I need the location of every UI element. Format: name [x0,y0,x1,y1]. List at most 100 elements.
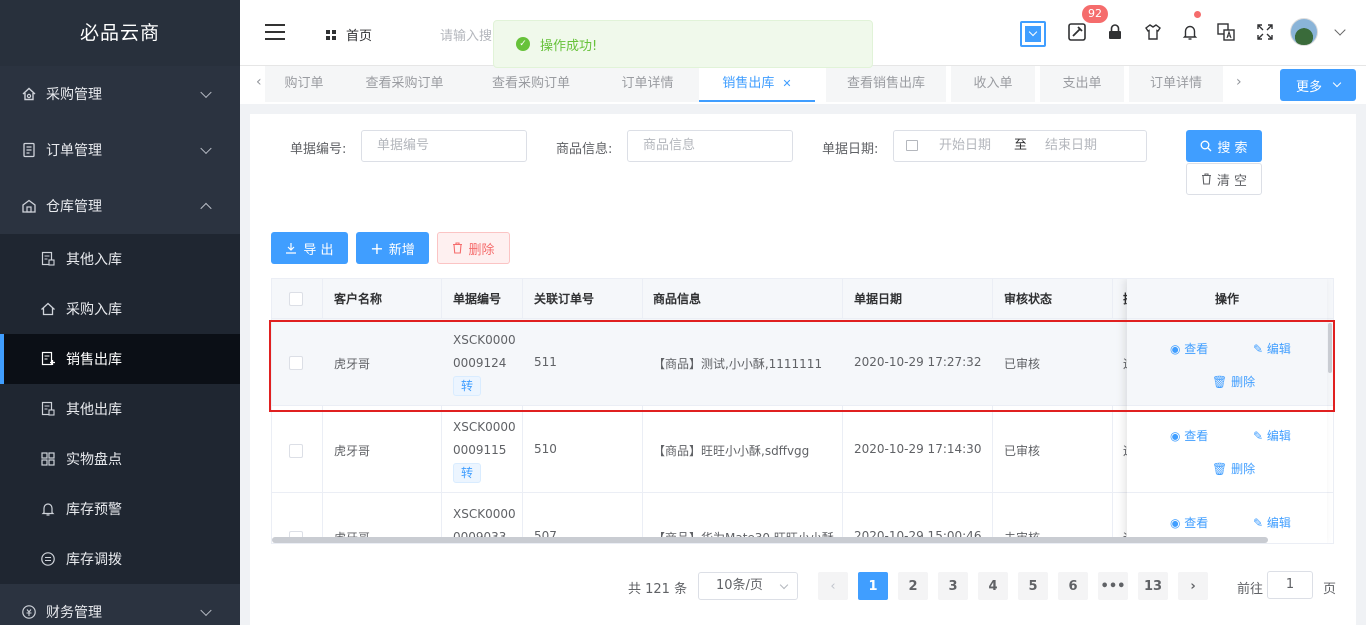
sidebar-item-stock-transfer[interactable]: 库存调拨 [0,534,240,584]
chevron-up-icon [200,202,212,215]
document-icon [20,141,38,159]
add-button[interactable]: + 新增 [356,232,429,264]
tab-view-purchase-order-2[interactable]: 查看采购订单 [466,66,596,102]
date-range-picker[interactable]: 开始日期 至 结束日期 [893,130,1147,162]
row-checkbox[interactable] [289,444,303,458]
start-date-input[interactable]: 开始日期 [939,131,991,161]
tab-expense[interactable]: 支出单 [1040,66,1124,102]
trash-icon [1201,173,1211,185]
inbound-doc-icon [40,251,56,267]
date-label: 单据日期: [822,142,879,157]
search-button[interactable]: 搜 索 [1186,130,1262,162]
goto-page-input[interactable]: 1 [1267,571,1313,599]
sidebar-group-label: 仓库管理 [46,199,102,215]
page-button[interactable]: 3 [938,572,968,600]
close-icon[interactable]: ✕ [782,77,791,90]
more-button[interactable]: 更多 [1280,69,1356,101]
lock-icon[interactable] [1105,22,1125,42]
col-customer: 客户名称 [334,292,383,306]
sidebar-item-stock-alert[interactable]: 库存预警 [0,484,240,534]
sidebar-item-purchase-inbound[interactable]: 采购入库 [0,284,240,334]
select-all-checkbox[interactable] [289,292,303,306]
sidebar-group-purchase[interactable]: 采购管理 [0,66,240,122]
clear-label: 清 空 [1216,173,1248,189]
sidebar-item-other-inbound[interactable]: 其他入库 [0,234,240,284]
goods-label: 商品信息: [556,142,613,157]
sidebar-item-label: 销售出库 [66,352,122,368]
tab-view-sales-outbound[interactable]: 查看销售出库 [826,66,946,102]
next-page-button[interactable]: › [1178,572,1208,600]
calendar-icon [906,140,918,151]
sidebar-group-orders[interactable]: 订单管理 [0,122,240,178]
home-label: 首页 [346,29,373,44]
sidebar: 必品云商 采购管理 订单管理 仓库管理 其他入库 采购入库 销售出库 其他出库 … [0,0,240,625]
delete-link[interactable]: 🗑 删除 [1212,460,1255,477]
delete-label: 删除 [1231,462,1256,476]
pagination-total: 共 121 条 [628,582,688,597]
goto-label: 前往 [1237,582,1264,597]
tab-view-purchase-order[interactable]: 查看采购订单 [343,66,466,102]
page-size-value: 10条/页 [716,578,763,593]
tab-order-details-2[interactable]: 订单详情 [1129,66,1223,102]
bell-icon[interactable] [1180,22,1200,42]
tab-label: 查看采购订单 [491,76,570,91]
chevron-down-icon[interactable] [1334,24,1346,36]
tools-icon[interactable] [1067,22,1087,42]
delete-button[interactable]: 删除 [437,232,510,264]
sidebar-item-label: 其他出库 [66,402,122,418]
edit-link[interactable]: ✎ 编辑 [1253,427,1291,444]
page-button[interactable]: 1 [858,572,888,600]
range-separator: 至 [1014,138,1028,153]
house-icon [40,301,56,317]
success-toast: ✓ 操作成功! [493,20,873,68]
toast-message: 操作成功! [540,38,598,54]
page-button[interactable]: 6 [1058,572,1088,600]
dropdown-toggle-icon[interactable] [1020,21,1046,47]
page-button[interactable]: 13 [1138,572,1168,600]
chevron-down-icon [779,580,789,590]
goods-input[interactable]: 商品信息 [627,130,793,162]
export-button[interactable]: 导 出 [271,232,348,264]
fullscreen-icon[interactable] [1255,22,1275,42]
user-avatar[interactable] [1290,18,1318,46]
end-date-input[interactable]: 结束日期 [1045,131,1097,161]
cell-date: 2020-10-29 17:14:30 [854,442,982,456]
cell-status: 已审核 [1004,444,1041,458]
hamburger-menu-icon[interactable] [265,24,285,40]
finance-icon [20,603,38,621]
tab-income[interactable]: 收入单 [951,66,1035,102]
col-order-no: 关联订单号 [534,292,595,306]
page-button[interactable]: 2 [898,572,928,600]
sidebar-group-finance[interactable]: 财务管理 [0,584,240,625]
prev-page-button[interactable]: ‹ [818,572,848,600]
unread-dot [1194,11,1201,18]
page-ellipsis[interactable]: ••• [1098,572,1128,600]
sidebar-group-label: 订单管理 [46,143,102,159]
edit-link[interactable]: ✎ 编辑 [1253,514,1291,531]
col-status: 审核状态 [1004,292,1053,306]
horizontal-scrollbar[interactable] [272,537,1268,543]
doc-no-input[interactable]: 单据编号 [361,130,527,162]
header-search-input[interactable]: 请输入搜 [440,25,492,44]
sidebar-group-label: 采购管理 [46,87,102,103]
sidebar-group-warehouse[interactable]: 仓库管理 [0,178,240,234]
theme-shirt-icon[interactable] [1143,22,1163,42]
sidebar-item-sales-outbound[interactable]: 销售出库 [0,334,240,384]
translate-icon[interactable] [1216,22,1236,42]
breadcrumb-home[interactable]: 首页 [326,25,372,44]
sidebar-item-stocktake[interactable]: 实物盘点 [0,434,240,484]
page-size-select[interactable]: 10条/页 [698,572,798,600]
cell-doc-no: XSCK0000 [453,420,516,434]
clear-button[interactable]: 清 空 [1186,163,1262,195]
chevron-right-icon[interactable]: › [1236,74,1242,90]
tab-order-details[interactable]: 订单详情 [596,66,699,102]
sidebar-item-other-outbound[interactable]: 其他出库 [0,384,240,434]
view-link[interactable]: ◉ 查看 [1170,514,1208,531]
page-button[interactable]: 5 [1018,572,1048,600]
page-button[interactable]: 4 [978,572,1008,600]
chevron-left-icon[interactable]: ‹ [256,74,262,90]
tab-sales-outbound[interactable]: 销售出库 ✕ [699,66,815,102]
tab-purchase-order[interactable]: 购订单 [265,66,343,102]
view-link[interactable]: ◉ 查看 [1170,427,1208,444]
tab-label: 查看销售出库 [846,76,925,91]
